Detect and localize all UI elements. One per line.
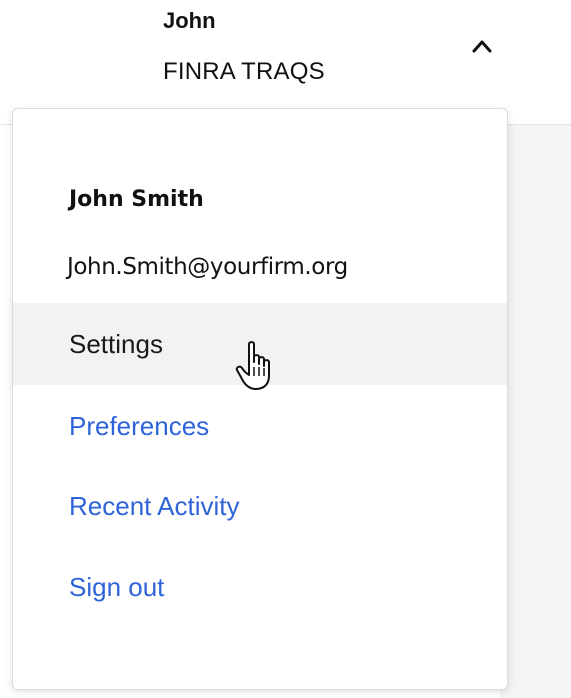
page-backdrop — [500, 124, 571, 698]
menu-user-full-name: John Smith — [69, 187, 204, 212]
menu-item-preferences[interactable]: Preferences — [13, 385, 507, 467]
menu-user-email: John.Smith@yourfirm.org — [67, 254, 348, 280]
account-dropdown-menu: John Smith John.Smith@yourfirm.org Setti… — [12, 108, 508, 690]
header-user-name: John — [163, 8, 216, 33]
menu-item-recent-activity[interactable]: Recent Activity — [13, 465, 507, 547]
chevron-up-icon[interactable] — [470, 38, 494, 54]
menu-item-sign-out[interactable]: Sign out — [13, 546, 507, 628]
account-menu-toggle[interactable]: John FINRA TRAQS — [150, 0, 510, 108]
header-org-name: FINRA TRAQS — [163, 58, 325, 85]
menu-item-settings[interactable]: Settings — [13, 303, 507, 385]
